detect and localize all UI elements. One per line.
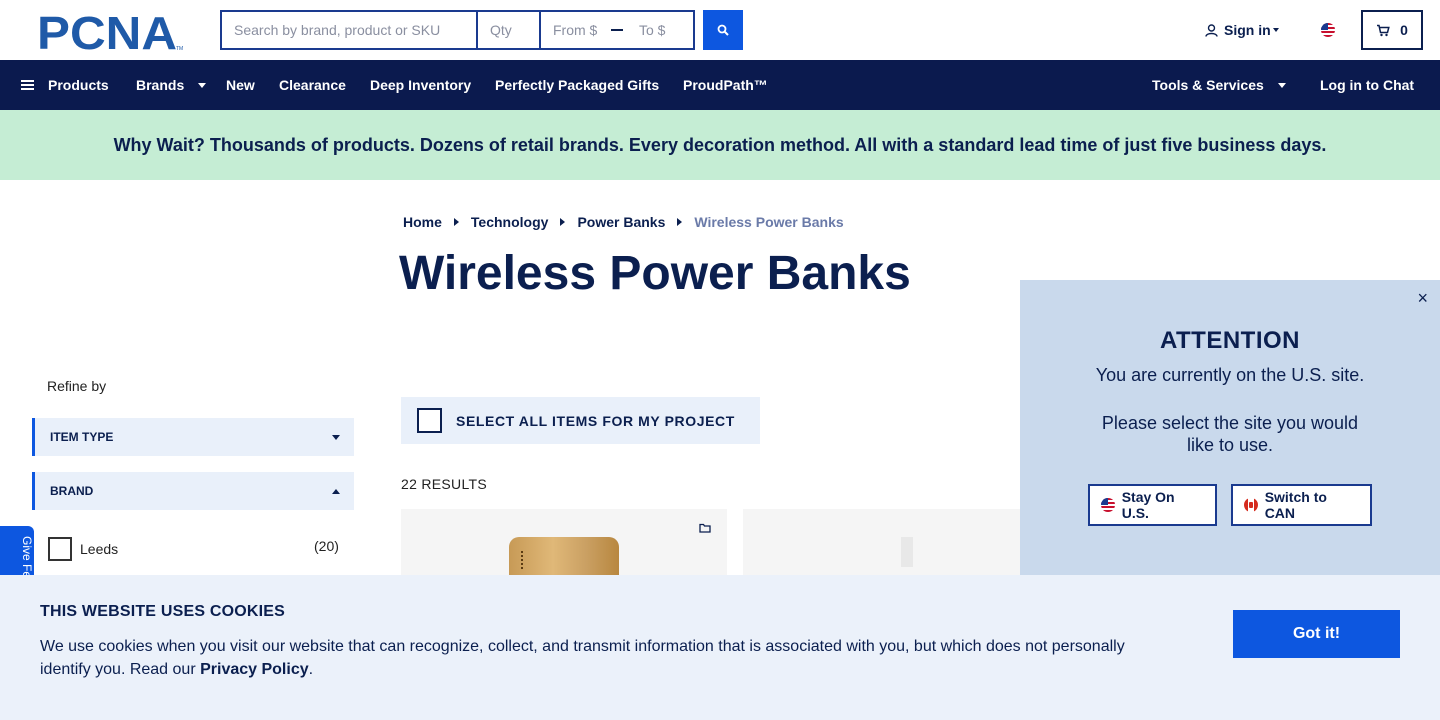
refine-label: Refine by [47,378,107,394]
cookie-text: We use cookies when you visit our websit… [40,635,1150,681]
sign-in-label: Sign in [1224,22,1271,38]
user-icon [1205,23,1218,37]
cookie-accept-button[interactable]: Got it! [1233,610,1400,658]
top-header: PCNA TM From $ To $ Sign in 0 [0,0,1440,60]
nav-chat-label: Log in to Chat [1320,77,1415,93]
brand-option-label: Leeds [80,541,119,557]
nav-products[interactable]: Products [21,77,109,93]
nav-brands-label: Brands [136,77,185,93]
chevron-right-icon [677,218,683,226]
svg-text:PCNA: PCNA [37,12,177,52]
us-flag-icon[interactable] [1321,23,1335,37]
product-image [901,537,913,567]
nav-proudpath[interactable]: ProudPath™ [683,77,768,93]
select-all-items[interactable]: SELECT ALL ITEMS FOR MY PROJECT [401,397,760,444]
brand-option-count: (20) [314,538,339,554]
range-dash [611,29,623,31]
nav-brands[interactable]: Brands [136,77,207,93]
privacy-policy-link[interactable]: Privacy Policy [200,661,309,678]
breadcrumb: Home Technology Power Banks Wireless Pow… [403,214,844,230]
breadcrumb-power-banks[interactable]: Power Banks [577,214,665,230]
select-all-label: SELECT ALL ITEMS FOR MY PROJECT [456,412,735,429]
nav-products-label: Products [48,77,109,93]
results-count: 22 RESULTS [401,476,487,492]
cart-button[interactable]: 0 [1361,10,1423,50]
nav-proudpath-label: ProudPath™ [683,77,768,93]
nav-new-label: New [226,77,255,93]
nav-packaged-gifts[interactable]: Perfectly Packaged Gifts [495,77,659,93]
nav-clearance[interactable]: Clearance [279,77,346,93]
facet-brand[interactable]: BRAND [32,472,354,510]
nav-login-chat[interactable]: Log in to Chat [1320,77,1414,93]
chevron-down-icon [332,434,340,440]
brand-checkbox[interactable] [48,537,72,561]
breadcrumb-current: Wireless Power Banks [694,214,844,230]
svg-text:TM: TM [176,46,183,52]
nav-clearance-label: Clearance [279,77,346,93]
cookie-banner: THIS WEBSITE USES COOKIES We use cookies… [0,575,1440,720]
site-selection-modal: × ATTENTION You are currently on the U.S… [1020,280,1440,580]
price-from-input[interactable]: From $ [541,22,611,38]
search-icon [717,24,729,36]
cookie-end: . [308,661,314,678]
cart-icon [1377,24,1390,36]
stay-us-button[interactable]: Stay On U.S. [1088,484,1217,526]
brand-option-leeds[interactable]: Leeds [48,537,340,561]
chevron-down-icon [1277,82,1286,88]
chevron-right-icon [453,218,459,226]
feedback-tab-label: Give Fe [20,536,34,579]
search-input[interactable] [220,10,478,50]
promo-banner-text: Why Wait? Thousands of products. Dozens … [113,134,1327,155]
modal-title: ATTENTION [1159,327,1301,354]
price-range: From $ To $ [541,10,695,50]
main-nav: Products Brands New Clearance Deep Inven… [0,60,1440,110]
chevron-right-icon [560,218,566,226]
chevron-down-icon [198,82,207,88]
search-bar: From $ To $ [220,10,695,50]
promo-banner: Why Wait? Thousands of products. Dozens … [0,110,1440,180]
stay-us-label: Stay On U.S. [1121,489,1175,521]
select-all-checkbox[interactable] [417,408,442,433]
modal-current-site: You are currently on the U.S. site. [1095,365,1365,385]
switch-can-label: Switch to CAN [1264,489,1327,521]
close-icon[interactable]: × [1417,288,1428,309]
nav-tools-label: Tools & Services [1152,77,1264,93]
cart-count: 0 [1400,22,1408,38]
qty-input[interactable] [478,10,541,50]
sign-in-menu[interactable]: Sign in [1205,22,1279,38]
canada-flag-icon [1244,498,1258,512]
nav-tools-services[interactable]: Tools & Services [1152,77,1286,93]
cookie-title: THIS WEBSITE USES COOKIES [40,603,286,620]
modal-prompt: Please select the site you would like to… [1101,413,1359,455]
folder-icon[interactable] [699,523,711,533]
price-to-input[interactable]: To $ [631,22,665,38]
chevron-up-icon [332,488,340,494]
pcna-logo[interactable]: PCNA TM [37,12,184,52]
us-flag-icon [1101,498,1115,512]
facet-item-type-label: ITEM TYPE [50,430,114,444]
breadcrumb-home[interactable]: Home [403,214,442,230]
chevron-down-icon [1272,28,1279,32]
nav-deep-inventory-label: Deep Inventory [370,77,472,93]
nav-new[interactable]: New [226,77,255,93]
facet-item-type[interactable]: ITEM TYPE [32,418,354,456]
nav-packaged-gifts-label: Perfectly Packaged Gifts [495,77,660,93]
menu-icon [21,79,34,91]
switch-can-button[interactable]: Switch to CAN [1231,484,1372,526]
breadcrumb-technology[interactable]: Technology [471,214,549,230]
facet-brand-label: BRAND [50,484,94,498]
page-title: Wireless Power Banks [399,247,911,300]
search-button[interactable] [703,10,743,50]
nav-deep-inventory[interactable]: Deep Inventory [370,77,471,93]
